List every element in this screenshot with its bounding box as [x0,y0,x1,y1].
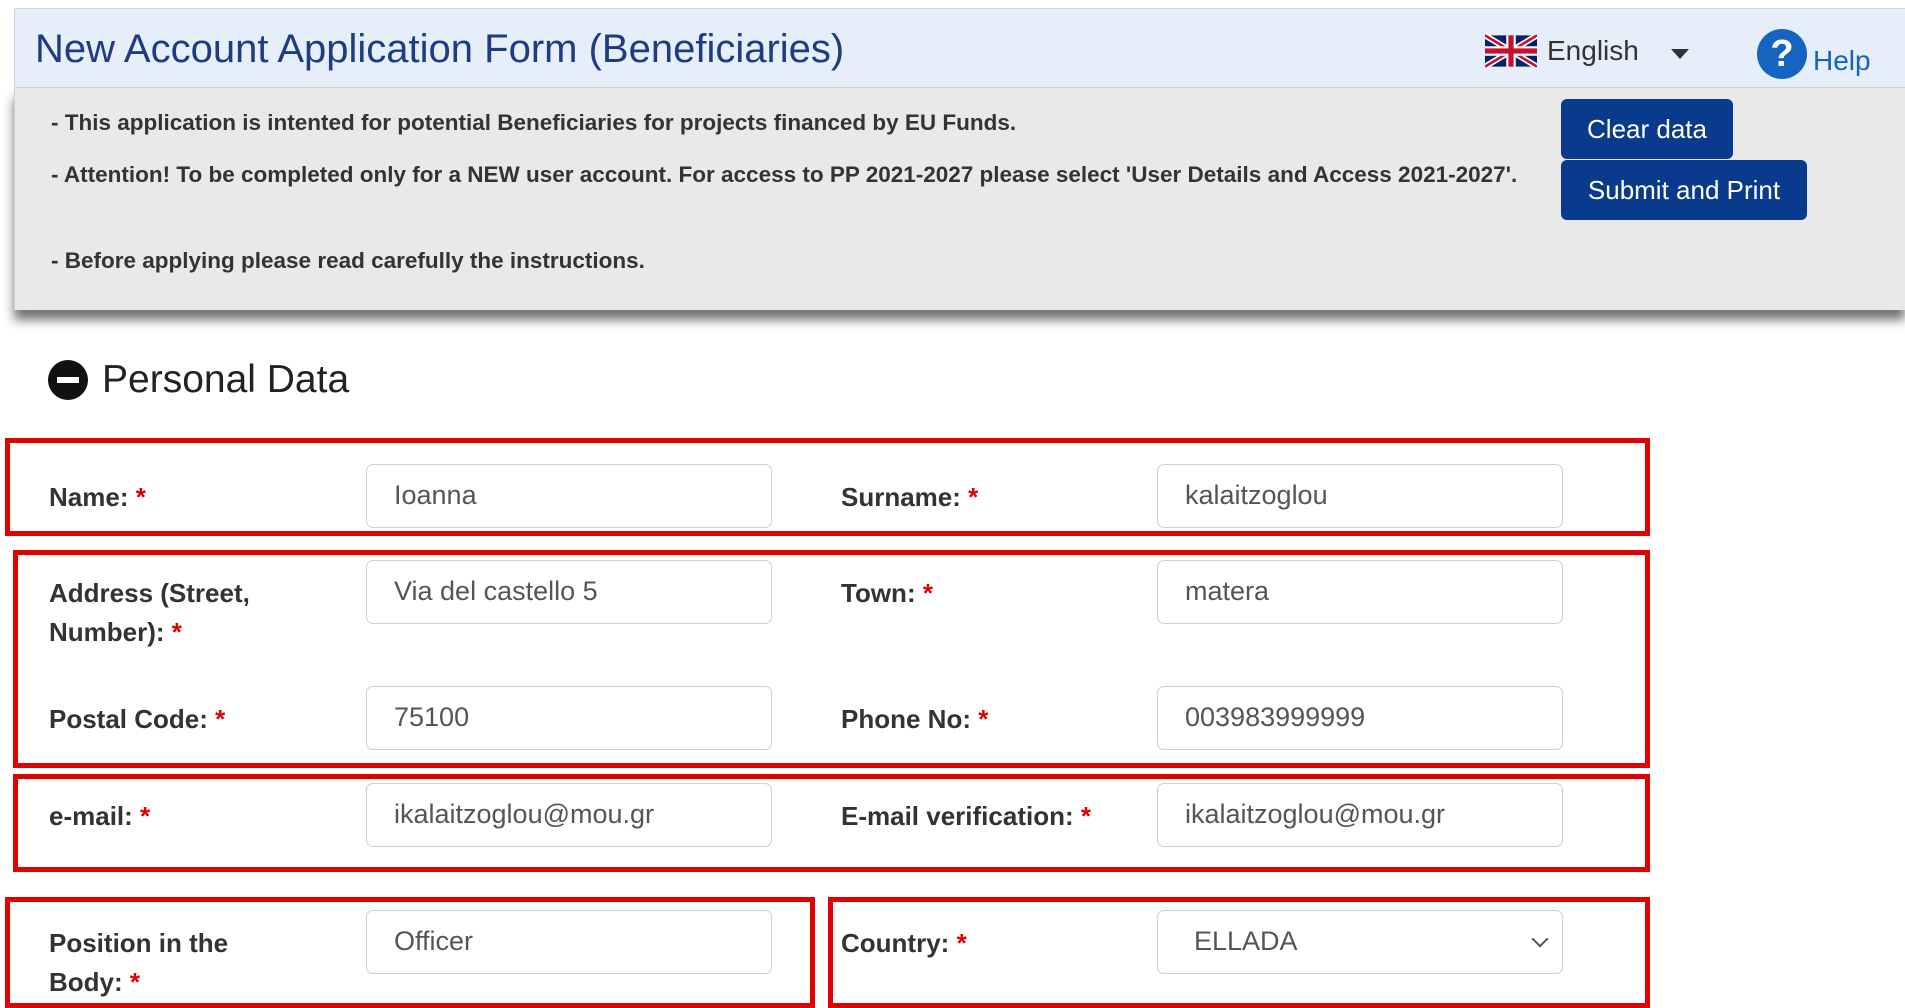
chevron-down-icon [1531,930,1549,948]
town-input[interactable]: matera [1157,560,1563,624]
email-input[interactable]: ikalaitzoglou@mou.gr [366,783,772,847]
form-header: New Account Application Form (Beneficiar… [14,8,1905,88]
required-marker: * [171,617,182,647]
country-label: Country: * [841,928,967,958]
required-marker: * [1080,801,1091,831]
required-marker: * [135,482,146,512]
submit-and-print-button[interactable]: Submit and Print [1561,160,1807,220]
country-select[interactable]: ELLADA [1157,910,1563,974]
required-marker: * [215,704,226,734]
info-line-instructions: - Before applying please read carefully … [51,248,645,273]
help-label: Help [1813,45,1871,76]
address-input[interactable]: Via del castello 5 [366,560,772,624]
uk-flag-icon [1485,33,1537,69]
language-label: English [1547,35,1639,66]
postal-code-label: Postal Code: * [49,704,226,734]
question-circle-icon: ? [1757,29,1807,79]
required-marker: * [922,578,933,608]
required-marker: * [129,967,141,997]
position-label: Position in the Body: * [49,928,229,997]
required-marker: * [968,482,979,512]
email-label: e-mail: * [49,801,151,831]
section-header-personal-data[interactable]: Personal Data [48,358,349,402]
postal-code-input[interactable]: 75100 [366,686,772,750]
info-panel: - This application is intented for poten… [14,88,1905,310]
required-marker: * [978,704,989,734]
town-label: Town: * [841,578,933,608]
surname-input[interactable]: kalaitzoglou [1157,464,1563,528]
name-input[interactable]: Ioanna [366,464,772,528]
clear-data-button[interactable]: Clear data [1561,99,1733,159]
help-link[interactable]: ? Help [1757,29,1871,79]
surname-label: Surname: * [841,482,979,512]
email-verification-input[interactable]: ikalaitzoglou@mou.gr [1157,783,1563,847]
address-label: Address (Street, Number): * [49,578,250,647]
collapse-minus-icon[interactable] [48,360,88,400]
email-verification-label: E-mail verification: * [841,801,1091,831]
info-line-attention: - Attention! To be completed only for a … [51,162,1518,187]
required-marker: * [140,801,151,831]
phone-input[interactable]: 003983999999 [1157,686,1563,750]
position-input[interactable]: Officer [366,910,772,974]
section-title: Personal Data [102,358,350,401]
chevron-down-icon[interactable] [1671,49,1689,59]
phone-label: Phone No: * [841,704,989,734]
country-selected-value: ELLADA [1194,926,1298,956]
name-label: Name: * [49,482,146,512]
page-title: New Account Application Form (Beneficiar… [35,27,845,71]
required-marker: * [956,928,967,958]
info-line-beneficiaries: - This application is intented for poten… [51,110,1017,135]
language-selector[interactable]: English [1485,33,1639,69]
